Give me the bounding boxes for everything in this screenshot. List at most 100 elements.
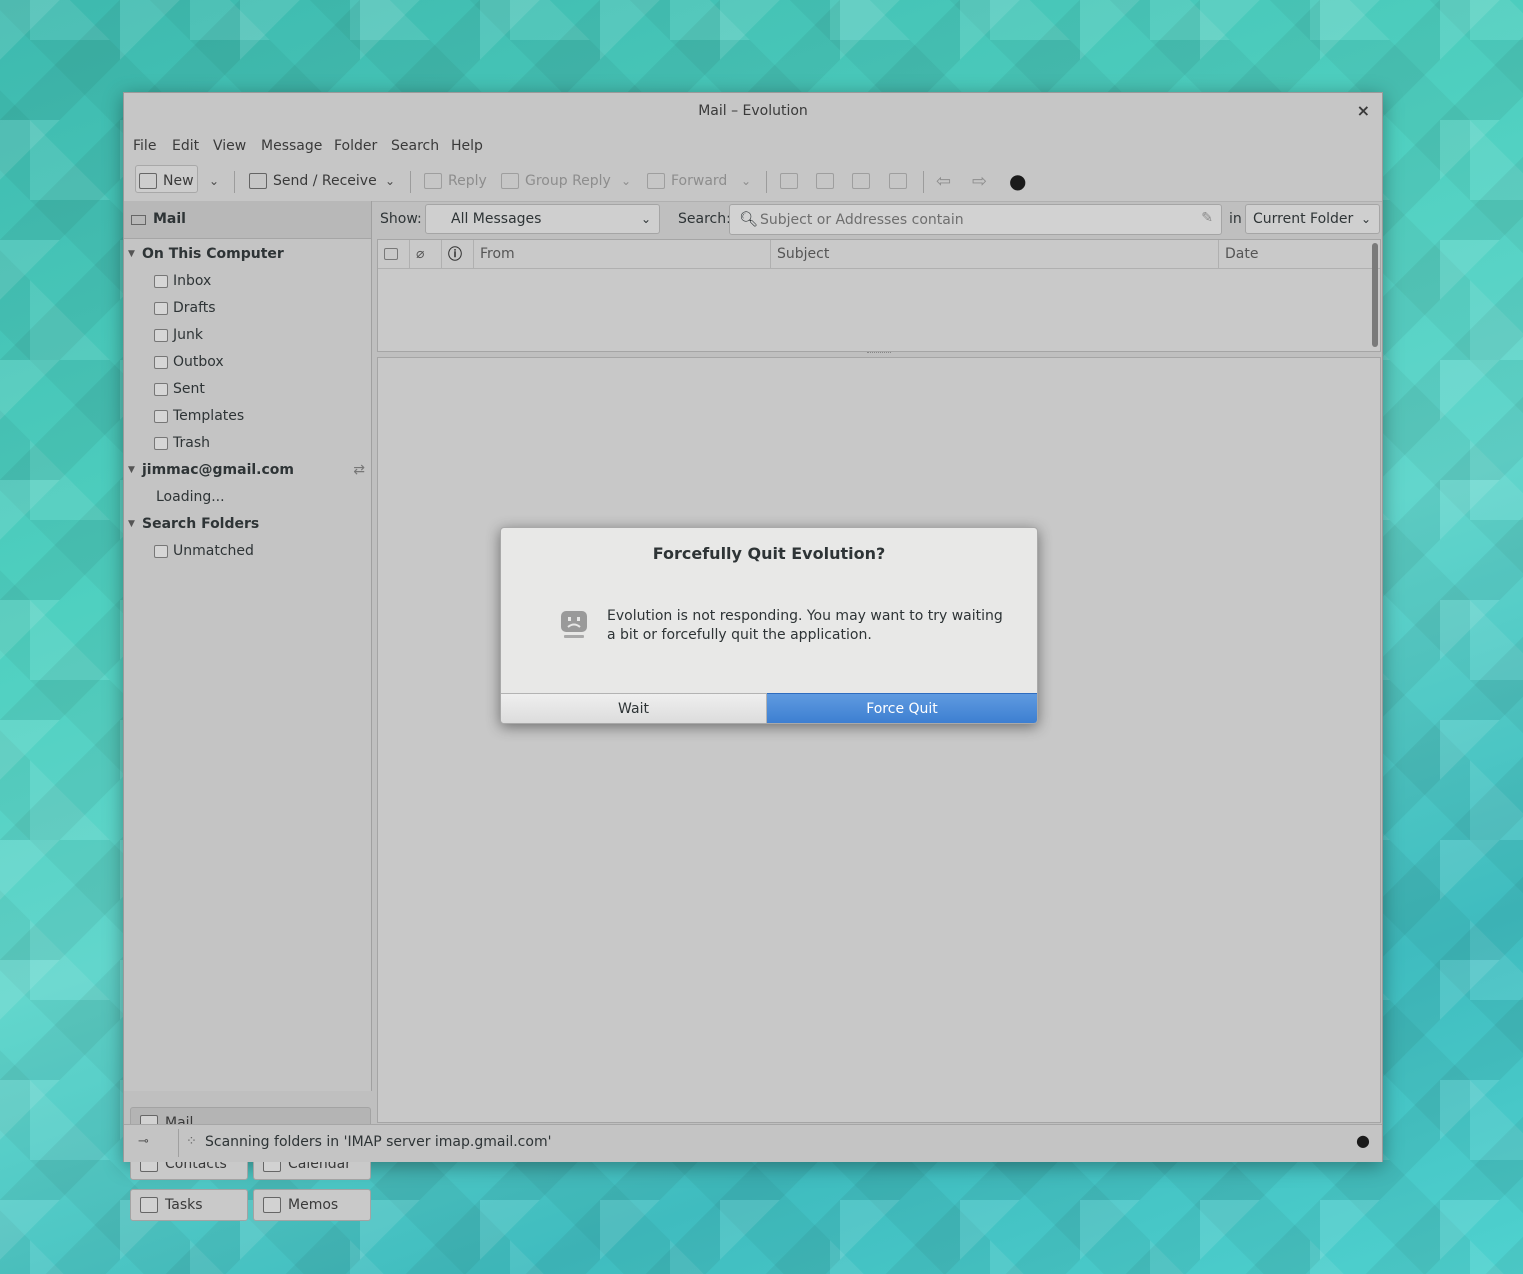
menu-folder[interactable]: Folder (334, 138, 377, 154)
menu-file[interactable]: File (133, 138, 156, 154)
next-message-icon[interactable]: ⇨ (972, 168, 987, 194)
print-button[interactable] (780, 168, 798, 194)
dialog-message-line: Evolution is not responding. You may wan… (607, 608, 1003, 624)
search-placeholder: Subject or Addresses contain (760, 212, 964, 228)
force-quit-button[interactable]: Force Quit (767, 693, 1037, 723)
menu-edit[interactable]: Edit (172, 138, 199, 154)
show-label: Show: (380, 211, 422, 227)
offline-plug-icon[interactable]: ⊸ (138, 1134, 149, 1149)
forward-button[interactable]: Forward (647, 168, 727, 194)
account-label: Search Folders (142, 516, 260, 532)
inbox-icon (154, 274, 168, 288)
envelope-icon (384, 248, 398, 260)
search-icon: 🔍︎ (739, 210, 759, 228)
menu-search[interactable]: Search (391, 138, 439, 154)
message-list[interactable]: ⌀ ⓘ From Subject Date (377, 239, 1381, 352)
dialog-message-line: a bit or forcefully quit the application… (607, 627, 872, 643)
column-label: Subject (777, 246, 830, 262)
send-receive-chevron-icon[interactable]: ⌄ (385, 168, 395, 194)
folder-label: Outbox (173, 354, 224, 370)
force-quit-dialog: Forcefully Quit Evolution? Evolution is … (500, 527, 1038, 724)
column-importance[interactable]: ⓘ (442, 240, 474, 268)
expander-icon[interactable]: ▼ (128, 519, 142, 529)
show-filter-value: All Messages (451, 211, 542, 227)
drafts-icon (154, 301, 168, 315)
switcher-memos[interactable]: Memos (253, 1189, 371, 1221)
forward-chevron-icon[interactable]: ⌄ (741, 168, 751, 194)
expander-icon[interactable]: ▼ (128, 249, 142, 259)
column-subject[interactable]: Subject (771, 240, 1219, 268)
delete-button[interactable] (816, 168, 834, 194)
not-junk-icon (889, 173, 907, 189)
folder-junk[interactable]: Junk (154, 324, 203, 346)
templates-icon (154, 409, 168, 423)
search-scope-value: Current Folder (1253, 211, 1354, 227)
close-button[interactable]: × (1357, 101, 1370, 120)
menu-help[interactable]: Help (451, 138, 483, 154)
spinner-icon: ⁘ (186, 1134, 197, 1149)
reply-button[interactable]: Reply (424, 168, 487, 194)
menu-view[interactable]: View (213, 138, 246, 154)
toolbar-separator (410, 171, 411, 193)
folder-label: Unmatched (173, 543, 254, 559)
account-on-this-computer[interactable]: ▼ On This Computer (124, 243, 284, 265)
sent-icon (154, 382, 168, 396)
switcher-label: Tasks (165, 1197, 203, 1213)
junk-button[interactable] (852, 168, 870, 194)
not-junk-button[interactable] (889, 168, 907, 194)
reply-label: Reply (448, 173, 487, 189)
menu-message[interactable]: Message (261, 138, 322, 154)
chevron-down-icon: ⌄ (1360, 212, 1371, 226)
wait-button[interactable]: Wait (501, 693, 767, 723)
folder-label: Trash (173, 435, 210, 451)
titlebar: Mail – Evolution × (124, 93, 1382, 131)
folder-unmatched[interactable]: Unmatched (154, 540, 254, 562)
new-dropdown-chevron-icon[interactable]: ⌄ (209, 168, 219, 194)
expander-icon[interactable]: ▼ (128, 465, 142, 475)
message-list-scrollbar[interactable] (1372, 243, 1378, 347)
previous-message-icon[interactable]: ⇦ (936, 168, 951, 194)
account-gmail[interactable]: ▼ jimmac@gmail.com ⇄ (124, 459, 371, 481)
column-label: From (480, 246, 515, 262)
folder-outbox[interactable]: Outbox (154, 351, 224, 373)
search-scope-select[interactable]: Current Folder ⌄ (1245, 204, 1380, 234)
switcher-tasks[interactable]: Tasks (130, 1189, 248, 1221)
folder-drafts[interactable]: Drafts (154, 297, 216, 319)
account-search-folders[interactable]: ▼ Search Folders (124, 513, 259, 535)
search-field[interactable]: 🔍︎ Subject or Addresses contain ✎ (729, 204, 1222, 235)
folder-sent[interactable]: Sent (154, 378, 205, 400)
folder-templates[interactable]: Templates (154, 405, 244, 427)
group-reply-chevron-icon[interactable]: ⌄ (621, 168, 631, 194)
status-message: Scanning folders in 'IMAP server imap.gm… (205, 1134, 552, 1150)
new-button[interactable]: New (139, 168, 194, 194)
account-label: jimmac@gmail.com (142, 462, 294, 478)
header-divider (378, 268, 1380, 269)
folder-trash[interactable]: Trash (154, 432, 210, 454)
show-filter-select[interactable]: All Messages ⌄ (425, 204, 660, 234)
statusbar: ⊸ ⁘ Scanning folders in 'IMAP server ima… (124, 1124, 1382, 1162)
folder-inbox[interactable]: Inbox (154, 270, 211, 292)
mail-icon (131, 215, 146, 225)
paperclip-icon: ⌀ (416, 246, 425, 262)
group-reply-button[interactable]: Group Reply (501, 168, 611, 194)
search-folder-icon (154, 544, 168, 558)
dialog-title: Forcefully Quit Evolution? (652, 544, 886, 563)
sidebar-title: Mail (153, 211, 186, 227)
account-label: On This Computer (142, 246, 284, 262)
memos-icon (263, 1197, 281, 1213)
clear-search-icon[interactable]: ✎ (1201, 210, 1213, 226)
search-label: Search: (678, 211, 731, 227)
column-date[interactable]: Date (1219, 240, 1366, 268)
loading-label: Loading... (156, 489, 225, 505)
column-status[interactable] (378, 240, 410, 268)
column-attachment[interactable]: ⌀ (410, 240, 442, 268)
folder-label: Junk (173, 327, 203, 343)
send-receive-button[interactable]: Send / Receive (249, 168, 377, 194)
junk-icon (852, 173, 870, 189)
message-preview (377, 357, 1381, 1123)
new-label: New (163, 173, 194, 189)
column-from[interactable]: From (474, 240, 771, 268)
statusbar-separator (178, 1129, 179, 1157)
toolbar: New ⌄ Send / Receive ⌄ Reply Group Reply… (124, 161, 1382, 202)
sync-arrows-icon[interactable]: ⇄ (353, 462, 365, 478)
